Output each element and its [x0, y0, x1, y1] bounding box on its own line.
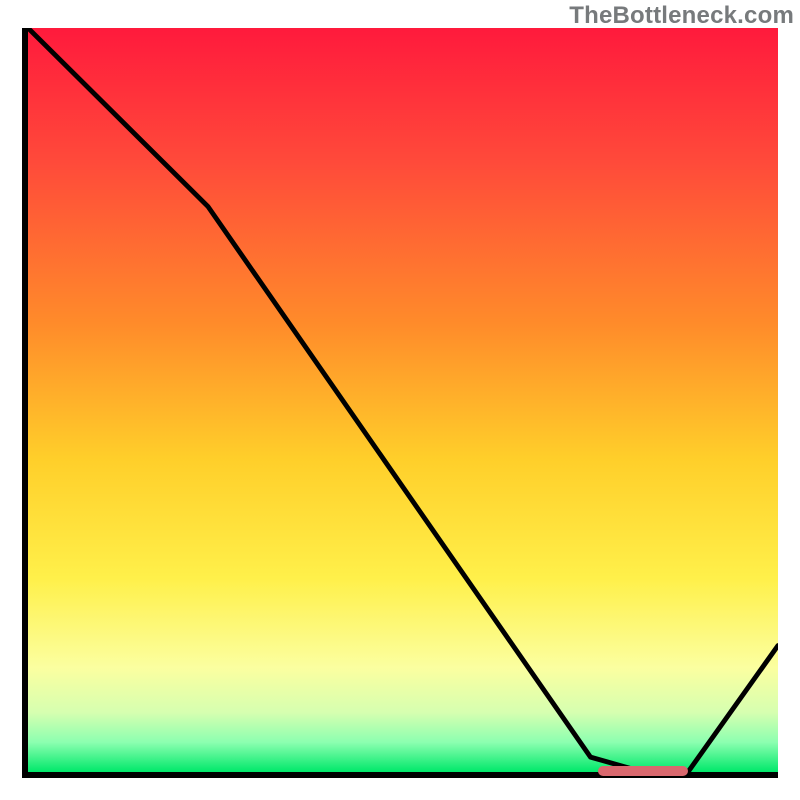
watermark-text: TheBottleneck.com [569, 2, 794, 30]
optimal-zone-marker [598, 766, 688, 776]
bottleneck-curve [28, 28, 778, 772]
plot-frame [22, 28, 778, 778]
chart-stage: TheBottleneck.com [0, 0, 800, 800]
